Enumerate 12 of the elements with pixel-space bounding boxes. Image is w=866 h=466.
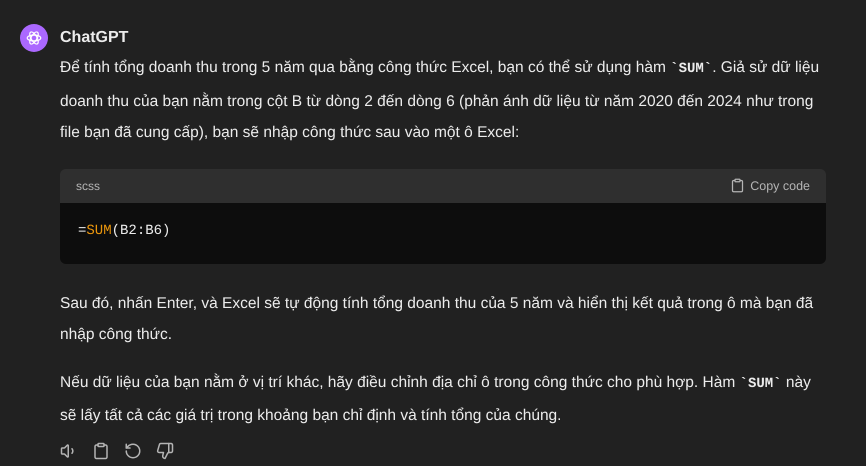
regenerate-button[interactable] [124, 442, 142, 460]
thumbs-down-button[interactable] [156, 442, 174, 460]
code-language: scss [76, 178, 100, 192]
message-paragraph: Nếu dữ liệu của bạn nằm ở vị trí khác, hãy điều chỉnh địa chỉ ô trong công thức cho phù hợp. Hàm `SUM` này sẽ lấy tất cả các giá trị trong khoảng bạn chỉ định và tính tổng của chúng. [60, 372, 812, 426]
copy-code-button[interactable]: Copy code [730, 178, 810, 193]
code-line: =SUM(B2:B6) [78, 222, 170, 238]
author-name: ChatGPT [60, 28, 130, 48]
message-paragraph: Để tính tổng doanh thu trong 5 năm qua bằng công thức Excel, bạn có thể sử dụng hàm `SUM`. Giả sử dữ liệu doanh thu của bạn nằm trong cột B từ dòng 2 đến dòng 6 (phản ánh dữ liệu từ năm 2020 đến 2024 như trong file bạn đã cung cấp), bạn sẽ nhập công thức sau vào một ô Excel: [60, 58, 820, 143]
copy-button[interactable] [92, 442, 110, 460]
assistant-avatar-icon [20, 24, 48, 52]
message-paragraph: Sau đó, nhấn Enter, và Excel sẽ tự động tính tổng doanh thu của 5 năm và hiển thị kết quả trong ô mà bạn đã nhập công thức. [60, 294, 814, 345]
clipboard-icon [730, 178, 746, 193]
